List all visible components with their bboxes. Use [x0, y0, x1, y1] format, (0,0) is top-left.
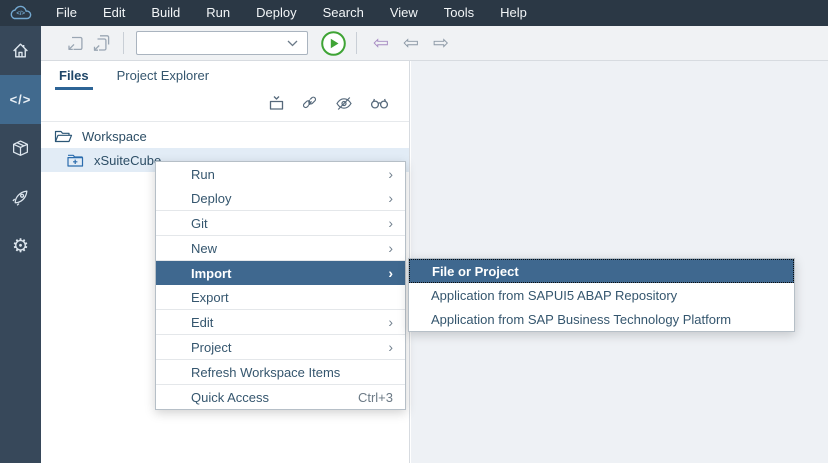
- menubar-item-build[interactable]: Build: [138, 0, 193, 26]
- eye-slash-icon: [335, 95, 353, 112]
- package-icon: [11, 139, 30, 158]
- submenu-item-application-from-sap-business-technology-platform[interactable]: Application from SAP Business Technology…: [409, 307, 794, 331]
- last-edit-location-button[interactable]: ⇦: [366, 34, 396, 53]
- menubar: </> File Edit Build Run Deploy Search Vi…: [0, 0, 828, 26]
- submenu-arrow-icon: ›: [388, 216, 393, 230]
- sidebar-item-deploy[interactable]: [0, 173, 41, 222]
- menubar-items: File Edit Build Run Deploy Search View T…: [43, 0, 540, 26]
- cloud-code-icon: </>: [6, 4, 36, 23]
- folder-open-icon: [54, 129, 73, 144]
- import-submenu: File or Project Application from SAPUI5 …: [408, 258, 795, 332]
- submenu-item-file-or-project[interactable]: File or Project: [409, 259, 794, 283]
- submenu-arrow-icon: ›: [388, 167, 393, 181]
- toolbar-separator: [123, 32, 124, 54]
- sidebar-item-settings[interactable]: ⚙: [0, 222, 41, 271]
- navigate-forward-button[interactable]: ⇨: [426, 34, 456, 53]
- menubar-item-help[interactable]: Help: [487, 0, 540, 26]
- context-menu-item-quick-access[interactable]: Quick Access Ctrl+3: [156, 385, 405, 409]
- context-menu: Run › Deploy › Git › New › Import › Expo…: [155, 161, 406, 410]
- save-all-button[interactable]: [88, 30, 114, 56]
- submenu-arrow-icon: ›: [388, 191, 393, 205]
- context-menu-item-run[interactable]: Run ›: [156, 162, 405, 186]
- submenu-arrow-icon: ›: [388, 266, 393, 280]
- collapse-all-button[interactable]: [268, 95, 285, 116]
- context-menu-item-project[interactable]: Project ›: [156, 335, 405, 359]
- tree-item-workspace[interactable]: Workspace: [41, 124, 409, 148]
- navigate-back-button[interactable]: ⇦: [396, 34, 426, 53]
- tab-files[interactable]: Files: [55, 61, 93, 90]
- tree-item-label: xSuiteCube: [94, 153, 161, 168]
- menubar-item-search[interactable]: Search: [310, 0, 377, 26]
- context-menu-item-edit[interactable]: Edit ›: [156, 310, 405, 334]
- menubar-item-run[interactable]: Run: [193, 0, 243, 26]
- chevron-down-icon: [287, 40, 298, 47]
- rocket-icon: [11, 188, 30, 207]
- explorer-tabs: Files Project Explorer: [41, 61, 409, 90]
- home-icon: [11, 41, 30, 60]
- context-menu-item-refresh-workspace-items[interactable]: Refresh Workspace Items: [156, 360, 405, 384]
- save-icon: [66, 34, 85, 53]
- submenu-arrow-icon: ›: [388, 315, 393, 329]
- run-configuration-combobox[interactable]: [136, 31, 308, 55]
- save-all-icon: [91, 34, 111, 53]
- menubar-item-file[interactable]: File: [43, 0, 90, 26]
- hide-hidden-files-button[interactable]: [335, 95, 353, 117]
- binoculars-icon: [370, 96, 389, 111]
- gear-icon: ⚙: [12, 237, 29, 256]
- toolbar-separator: [356, 32, 357, 54]
- submenu-item-application-from-sapui5-abap-repository[interactable]: Application from SAPUI5 ABAP Repository: [409, 283, 794, 307]
- toolbar: ⇦ ⇦ ⇨: [41, 26, 828, 61]
- menubar-item-tools[interactable]: Tools: [431, 0, 487, 26]
- code-icon: </>: [10, 92, 32, 107]
- run-play-icon: [320, 30, 347, 57]
- collapse-all-icon: [268, 95, 285, 111]
- link-button[interactable]: [302, 95, 318, 116]
- run-button[interactable]: [319, 29, 347, 57]
- context-menu-item-new[interactable]: New ›: [156, 236, 405, 260]
- tab-project-explorer[interactable]: Project Explorer: [113, 61, 213, 90]
- context-menu-item-export[interactable]: Export: [156, 285, 405, 309]
- tree-item-label: Workspace: [82, 129, 147, 144]
- sidebar-item-home[interactable]: [0, 26, 41, 75]
- submenu-arrow-icon: ›: [388, 340, 393, 354]
- sidebar-item-code-editor[interactable]: </>: [0, 75, 41, 124]
- menubar-item-edit[interactable]: Edit: [90, 0, 138, 26]
- submenu-arrow-icon: ›: [388, 241, 393, 255]
- explorer-toolbar: [41, 90, 409, 122]
- search-button[interactable]: [370, 96, 389, 116]
- menubar-item-deploy[interactable]: Deploy: [243, 0, 309, 26]
- folder-plus-icon: [66, 153, 85, 168]
- link-icon: [302, 95, 318, 111]
- menubar-item-view[interactable]: View: [377, 0, 431, 26]
- context-menu-item-git[interactable]: Git ›: [156, 211, 405, 235]
- context-menu-item-deploy[interactable]: Deploy ›: [156, 186, 405, 210]
- activity-rail: </> ⚙: [0, 26, 41, 463]
- app-logo: </>: [0, 0, 41, 26]
- shortcut-label: Ctrl+3: [358, 390, 393, 405]
- sidebar-item-packages[interactable]: [0, 124, 41, 173]
- svg-text:</>: </>: [16, 11, 25, 17]
- context-menu-item-import[interactable]: Import ›: [156, 261, 405, 285]
- save-button[interactable]: [62, 30, 88, 56]
